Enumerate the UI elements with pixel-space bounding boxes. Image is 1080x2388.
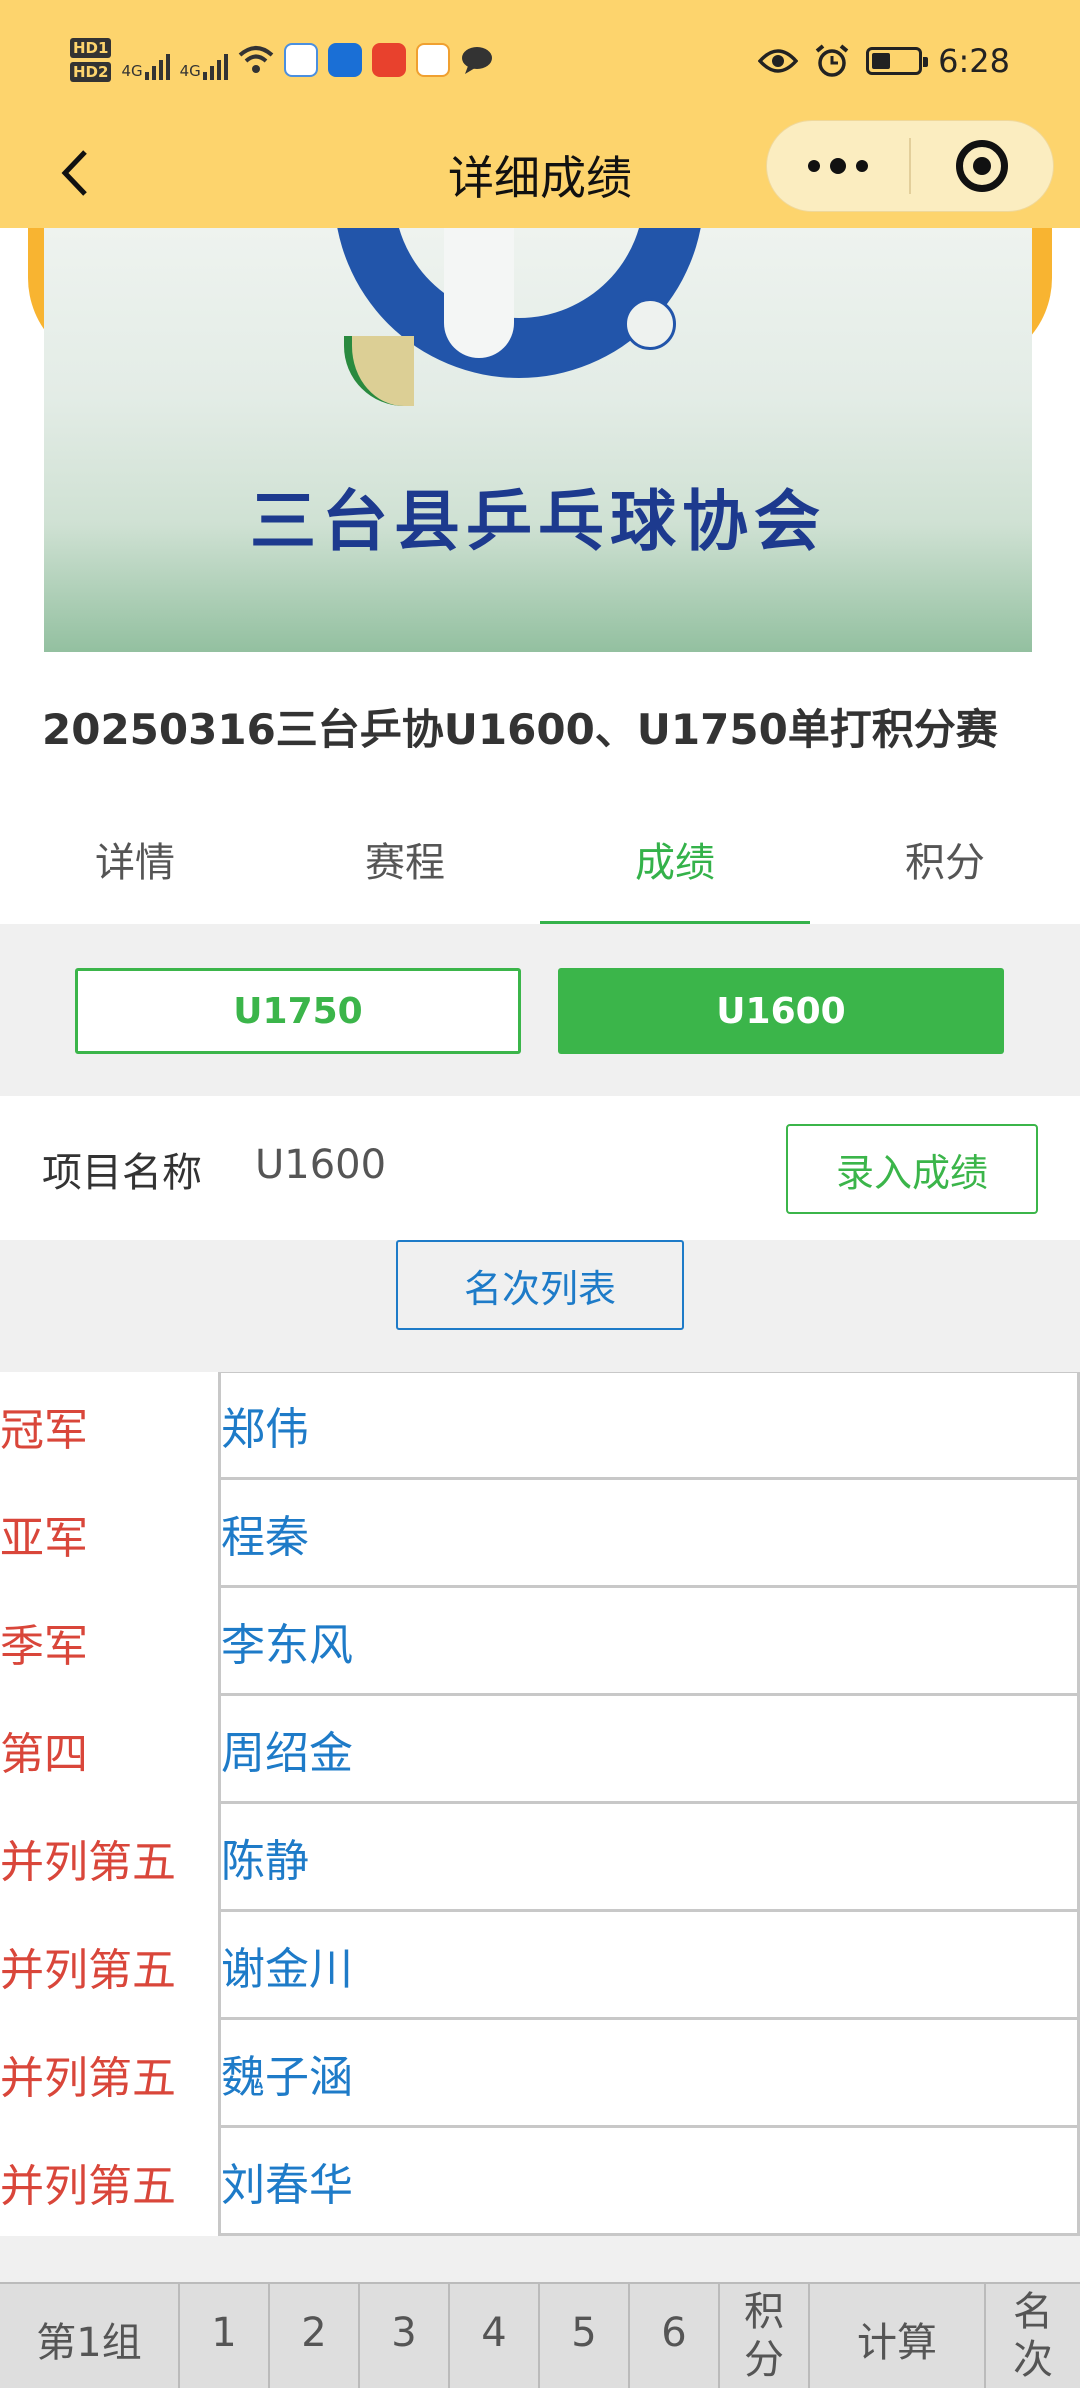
enter-results-button[interactable]: 录入成绩 — [786, 1124, 1038, 1214]
category-u1600-button[interactable]: U1600 — [558, 968, 1004, 1054]
alarm-icon — [815, 44, 849, 77]
browser-app-icon — [283, 43, 318, 77]
project-value: U1600 — [255, 1142, 387, 1188]
rank-place: 季军 — [0, 1621, 88, 1672]
hd1-badge: HD1 — [70, 38, 112, 58]
event-title: 20250316三台乒协U1600、U1750单打积分赛 — [42, 705, 998, 754]
group-label: 第1组 — [0, 2284, 180, 2388]
more-dot-icon — [830, 158, 846, 174]
association-logo-ball — [624, 298, 676, 350]
category-u1750-button[interactable]: U1750 — [75, 968, 521, 1054]
rank-place: 冠军 — [0, 1405, 88, 1456]
table-row: 季军 李东风 — [0, 1588, 1080, 1696]
player-name-link[interactable]: 谢金川 — [218, 1912, 1080, 2020]
signal-1-icon: 4G — [121, 40, 170, 80]
more-button[interactable] — [767, 120, 909, 212]
target-icon — [955, 140, 1008, 192]
rank-header: 名 次 — [986, 2284, 1080, 2388]
taobao-app-icon — [371, 43, 406, 77]
qq-app-icon — [327, 43, 362, 77]
tab-points[interactable]: 积分 — [810, 790, 1080, 924]
more-dot-icon — [808, 160, 820, 172]
table-row: 第四 周绍金 — [0, 1696, 1080, 1804]
wifi-icon — [238, 46, 274, 73]
calc-header: 计算 — [810, 2284, 986, 2388]
top-bar: HD1 HD2 4G 4G 6:28 详细成绩 — [0, 0, 1080, 228]
category-switcher: U1750 U1600 — [0, 924, 1080, 1096]
status-bar: HD1 HD2 4G 4G 6:28 — [0, 0, 1080, 130]
rank-place: 并列第五 — [0, 2161, 176, 2212]
hd2-badge: HD2 — [70, 62, 112, 82]
points-header-bottom: 分 — [744, 2337, 784, 2383]
group-col-3: 3 — [360, 2284, 450, 2388]
tab-results[interactable]: 成绩 — [540, 790, 810, 924]
tab-schedule[interactable]: 赛程 — [270, 790, 540, 924]
group-col-6: 6 — [630, 2284, 720, 2388]
hd-badges: HD1 HD2 — [70, 38, 112, 82]
table-row: 并列第五 魏子涵 — [0, 2020, 1080, 2128]
project-label: 项目名称 — [42, 1150, 202, 1196]
table-row: 冠军 郑伟 — [0, 1372, 1080, 1480]
association-name: 三台县乒乓球协会 — [250, 482, 826, 560]
rank-place: 第四 — [0, 1729, 88, 1780]
eye-icon — [758, 49, 799, 73]
rank-place: 亚军 — [0, 1513, 88, 1564]
photo-app-icon — [415, 43, 450, 77]
rank-place: 并列第五 — [0, 1945, 176, 1996]
table-row: 并列第五 谢金川 — [0, 1912, 1080, 2020]
group-col-2: 2 — [270, 2284, 360, 2388]
rank-place: 并列第五 — [0, 2053, 176, 2104]
battery-icon — [866, 47, 929, 75]
miniprogram-capsule — [766, 120, 1054, 212]
title-bar: 详细成绩 — [0, 120, 1080, 228]
group-col-5: 5 — [540, 2284, 630, 2388]
player-name-link[interactable]: 郑伟 — [218, 1372, 1080, 1480]
points-header-top: 积 — [744, 2289, 784, 2335]
rank-table: 冠军 郑伟 亚军 程秦 季军 李东风 第四 周绍金 并列第五 陈静 并列第五 谢… — [0, 1372, 1080, 2236]
rank-place: 并列第五 — [0, 1837, 176, 1888]
chat-icon — [461, 47, 492, 74]
player-name-link[interactable]: 陈静 — [218, 1804, 1080, 1912]
association-logo-leaf — [344, 336, 414, 406]
player-name-link[interactable]: 刘春华 — [218, 2128, 1080, 2236]
more-dot-icon — [856, 160, 868, 172]
close-miniprogram-button[interactable] — [911, 120, 1053, 212]
rank-header-bottom: 次 — [1013, 2337, 1053, 2383]
status-right: 6:28 — [758, 42, 1010, 80]
table-row: 并列第五 陈静 — [0, 1804, 1080, 1912]
tab-bar: 详情 赛程 成绩 积分 — [0, 790, 1080, 924]
banner-photo: 三台县乒乓球协会 — [44, 228, 1032, 652]
rank-list-button[interactable]: 名次列表 — [396, 1240, 684, 1330]
rank-list-header: 名次列表 — [0, 1240, 1080, 1372]
banner: 三台县乒乓球协会 — [0, 228, 1080, 652]
group-table-header: 第1组 1 2 3 4 5 6 积 分 计算 名 次 — [0, 2282, 1080, 2388]
status-left: HD1 HD2 4G 4G — [70, 38, 494, 82]
association-logo-figure — [444, 228, 514, 358]
player-name-link[interactable]: 程秦 — [218, 1480, 1080, 1588]
group-col-4: 4 — [450, 2284, 540, 2388]
player-name-link[interactable]: 魏子涵 — [218, 2020, 1080, 2128]
event-header: 20250316三台乒协U1600、U1750单打积分赛 — [0, 652, 1080, 790]
table-row: 亚军 程秦 — [0, 1480, 1080, 1588]
project-row: 项目名称 U1600 录入成绩 — [0, 1096, 1080, 1240]
table-row: 并列第五 刘春华 — [0, 2128, 1080, 2236]
player-name-link[interactable]: 李东风 — [218, 1588, 1080, 1696]
points-header: 积 分 — [720, 2284, 810, 2388]
status-time: 6:28 — [938, 42, 1010, 80]
group-col-1: 1 — [180, 2284, 270, 2388]
signal-2-icon: 4G — [180, 40, 228, 80]
player-name-link[interactable]: 周绍金 — [218, 1696, 1080, 1804]
rank-header-top: 名 — [1013, 2289, 1053, 2335]
tab-details[interactable]: 详情 — [0, 790, 270, 924]
